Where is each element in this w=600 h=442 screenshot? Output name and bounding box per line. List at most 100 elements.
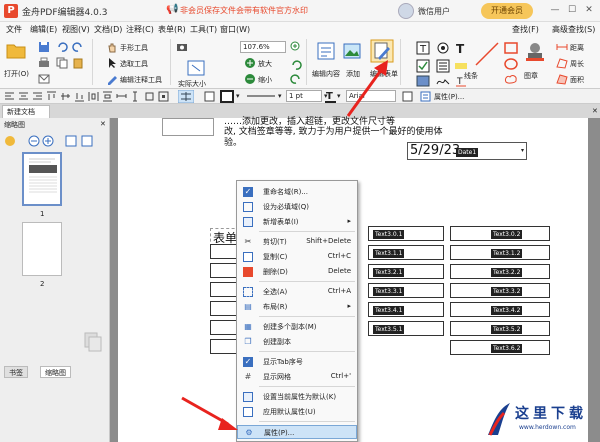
align-center-icon[interactable] — [18, 91, 29, 102]
menu-tools[interactable]: 工具(T) — [190, 24, 217, 35]
form-cell[interactable]: Text3.2.2 — [450, 264, 550, 279]
line-width-select[interactable]: 1 pt — [286, 90, 322, 102]
menu-document[interactable]: 文档(D) — [94, 24, 122, 35]
form-cell[interactable]: Text3.4.1 — [368, 302, 444, 317]
menu-form[interactable]: 表单(R) — [158, 24, 186, 35]
distribute-h-icon[interactable] — [88, 91, 99, 102]
tab-new-document[interactable]: 新建文档 — [2, 105, 50, 118]
menu-view[interactable]: 视图(V) — [62, 24, 90, 35]
find-menu[interactable]: 查找(F) — [512, 24, 539, 35]
stroke-color-icon[interactable] — [220, 90, 234, 103]
menu-item-cut[interactable]: ✂ 剪切(T) Shift+Delete — [237, 235, 357, 249]
perimeter-label[interactable]: 周长 — [570, 59, 584, 69]
copy-icon[interactable] — [56, 57, 68, 69]
menu-item-duplicate[interactable]: ❐ 创建副本 — [237, 335, 357, 349]
open-label[interactable]: 打开(O) — [4, 69, 29, 79]
actual-size-icon[interactable] — [186, 59, 206, 77]
menu-item-delete[interactable]: 删除(D) Delete — [237, 265, 357, 279]
menu-item-copy[interactable]: 复制(C) Ctrl+C — [237, 250, 357, 264]
text-field-icon[interactable]: T — [416, 41, 430, 55]
folder-icon[interactable] — [6, 41, 26, 59]
hand-icon[interactable] — [106, 41, 118, 53]
text-color-icon[interactable]: T — [324, 90, 337, 103]
minus-icon[interactable] — [244, 73, 256, 85]
page-thumbnail-1[interactable] — [22, 152, 62, 206]
dropdown-icon[interactable]: ▾ — [521, 147, 524, 154]
print-icon[interactable] — [38, 57, 50, 69]
same-width-icon[interactable] — [116, 91, 127, 102]
hand-tool-label[interactable]: 手形工具 — [120, 43, 148, 53]
list-icon[interactable] — [436, 59, 450, 73]
form-cell[interactable]: Text3.1.1 — [368, 245, 444, 260]
close-tab-icon[interactable]: ✕ — [592, 107, 598, 115]
menu-window[interactable]: 窗口(W) — [220, 24, 250, 35]
select-tool-label[interactable]: 选取工具 — [120, 59, 148, 69]
menu-item-properties[interactable]: ⚙ 属性(P)... — [237, 425, 357, 439]
text-icon[interactable]: T — [454, 41, 468, 55]
menu-item-required[interactable]: 设为必填域(Q) — [237, 200, 357, 214]
camera-icon[interactable] — [176, 41, 188, 53]
select-icon[interactable] — [106, 57, 118, 69]
align-top-icon[interactable] — [46, 91, 57, 102]
zoom-in-icon[interactable] — [290, 41, 302, 53]
same-height-icon[interactable] — [130, 91, 141, 102]
distance-label[interactable]: 距离 — [570, 43, 584, 53]
grid-align-icon[interactable] — [178, 90, 194, 103]
paste-icon[interactable] — [72, 57, 84, 69]
area-label[interactable]: 面积 — [570, 75, 584, 85]
mail-icon[interactable] — [38, 73, 50, 85]
form-cell[interactable]: Text3.3.1 — [368, 283, 444, 298]
perimeter-icon[interactable] — [556, 57, 568, 69]
maximize-button[interactable]: ☐ — [565, 3, 579, 17]
menu-item-rename[interactable]: ✓ 重命名域(R)... — [237, 185, 357, 199]
menu-item-set-default[interactable]: 设置当前属性为默认(K) — [237, 390, 357, 404]
rotate-back-icon[interactable] — [290, 73, 302, 85]
close-panel-icon[interactable]: ✕ — [100, 120, 106, 128]
align-right-icon[interactable] — [32, 91, 43, 102]
tab-bookmarks[interactable]: 书签 — [4, 366, 28, 378]
date-field[interactable]: 5/29/23 Date1 ▾ — [407, 142, 527, 160]
form-cell[interactable]: Text3.2.1 — [368, 264, 444, 279]
form-field[interactable] — [162, 118, 214, 136]
center-page-icon[interactable] — [158, 91, 169, 102]
menu-file[interactable]: 文件 — [6, 24, 22, 35]
line-icon[interactable] — [474, 41, 500, 67]
same-size-icon[interactable] — [144, 91, 155, 102]
redo-icon[interactable] — [72, 41, 84, 53]
zoom-out-label[interactable]: 缩小 — [258, 75, 272, 85]
form-cell[interactable]: Text3.3.2 — [450, 283, 550, 298]
button-field-icon[interactable] — [416, 75, 430, 87]
align-middle-icon[interactable] — [60, 91, 71, 102]
form-cell[interactable]: Text3.5.1 — [368, 321, 444, 336]
close-button[interactable]: ✕ — [582, 3, 596, 17]
radio-icon[interactable] — [436, 41, 450, 55]
zoom-select[interactable]: 107.6% — [240, 41, 286, 53]
align-bottom-icon[interactable] — [74, 91, 85, 102]
dropdown-icon[interactable]: ▾ — [236, 92, 240, 100]
form-cell[interactable]: Text3.1.2 — [450, 245, 550, 260]
avatar[interactable] — [398, 3, 414, 19]
dropdown-icon[interactable]: ▾ — [278, 92, 282, 100]
actual-size-label[interactable]: 实际大小 — [178, 79, 206, 89]
form-cell[interactable]: Text3.0.1 — [368, 226, 444, 241]
form-cell[interactable]: Text3.0.2 — [450, 226, 550, 241]
distance-icon[interactable] — [556, 41, 568, 53]
form-cell[interactable]: Text3.6.2 — [450, 340, 550, 355]
menu-comment[interactable]: 注释(C) — [126, 24, 154, 35]
menu-item-layout[interactable]: ▤ 布局(R) ▸ — [237, 300, 357, 314]
undo-icon[interactable] — [56, 41, 68, 53]
menu-item-show-grid[interactable]: # 显示网格 Ctrl+' — [237, 370, 357, 384]
form-cell[interactable]: Text3.5.2 — [450, 321, 550, 336]
distribute-v-icon[interactable] — [102, 91, 113, 102]
stamp-icon[interactable] — [524, 41, 546, 63]
user-name[interactable]: 微信用户 — [418, 6, 450, 17]
fill-icon[interactable] — [204, 91, 215, 102]
page-thumbnail-2[interactable] — [22, 222, 62, 276]
annotate-tool-label[interactable]: 编辑注释工具 — [120, 75, 162, 85]
edit-content-label[interactable]: 编辑内容 — [312, 69, 340, 79]
lines-label[interactable]: 线条 — [464, 71, 478, 81]
form-cell[interactable]: Text3.4.2 — [450, 302, 550, 317]
properties-button[interactable]: 属性(P)... — [434, 92, 464, 102]
menu-item-show-tab-order[interactable]: ✓ 显示Tab序号 — [237, 355, 357, 369]
ellipse-icon[interactable] — [504, 57, 518, 71]
